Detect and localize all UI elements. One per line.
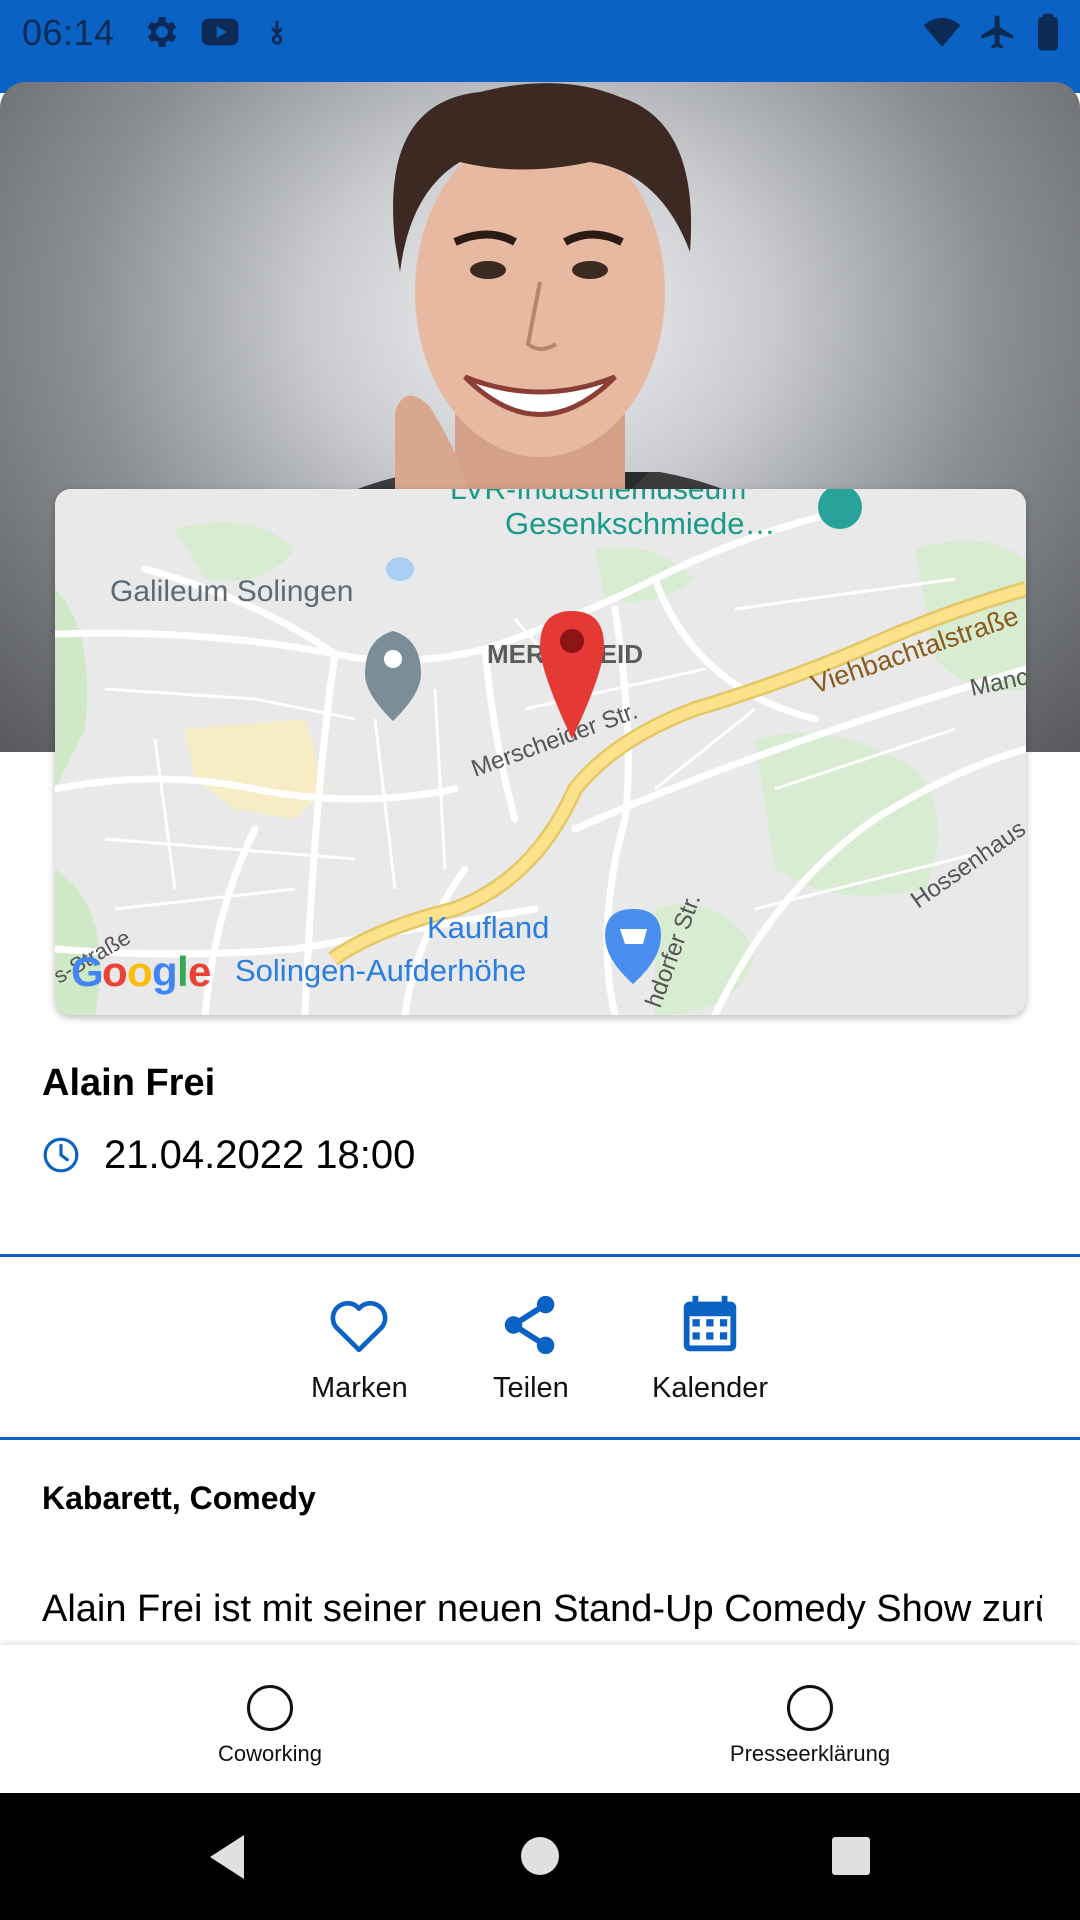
download-icon	[270, 20, 284, 45]
calendar-button[interactable]: Kalender	[652, 1290, 768, 1405]
svg-text:o: o	[127, 948, 153, 995]
event-categories: Kabarett, Comedy	[42, 1480, 316, 1516]
svg-text:G: G	[71, 948, 104, 995]
recents-button-icon[interactable]	[830, 1835, 872, 1877]
system-navigation-bar	[0, 1793, 1080, 1920]
event-description: Alain Frei ist mit seiner neuen Stand-Up…	[42, 1588, 1042, 1630]
clock-icon	[43, 1137, 79, 1173]
calendar-label: Kalender	[652, 1372, 769, 1404]
presseerklaerung-tab-icon	[787, 1685, 833, 1731]
svg-text:e: e	[188, 948, 211, 995]
map-label-kaufland: Kaufland	[427, 910, 549, 945]
share-button[interactable]: Teilen	[493, 1290, 569, 1405]
tab-presseerklaerung[interactable]: Presseerklärung	[680, 1685, 940, 1767]
tab-coworking[interactable]: Coworking	[140, 1685, 400, 1767]
action-bar: Marken Teilen Kalender	[0, 1258, 1080, 1438]
status-bar: 06:14	[0, 0, 1080, 63]
share-icon	[504, 1295, 555, 1355]
event-title: Alain Frei	[42, 1062, 216, 1104]
tab-presseerklaerung-label: Presseerklärung	[729, 1741, 891, 1766]
back-button-icon[interactable]	[204, 1831, 252, 1883]
wifi-icon	[923, 18, 961, 47]
event-date-row: 21.04.2022 18:00	[42, 1130, 415, 1180]
event-datetime: 21.04.2022 18:00	[104, 1132, 416, 1177]
svg-text:l: l	[177, 948, 189, 995]
coworking-tab-icon	[247, 1685, 293, 1731]
map-label-galileum: Galileum Solingen	[110, 575, 353, 608]
svg-text:o: o	[102, 948, 128, 995]
map-label-museum-top: LVR-Industriemuseum	[450, 489, 746, 506]
svg-text:g: g	[152, 948, 178, 995]
map-label-aufderhoehe: Solingen-Aufderhöhe	[235, 953, 526, 988]
status-time: 06:14	[22, 12, 115, 53]
share-label: Teilen	[493, 1372, 569, 1404]
home-button-icon[interactable]	[519, 1835, 561, 1877]
bookmark-button[interactable]: Marken	[311, 1290, 408, 1405]
battery-icon	[1038, 13, 1058, 51]
divider-bottom	[0, 1437, 1080, 1440]
map-label-museum: Gesenkschmiede…	[505, 506, 776, 541]
calendar-icon	[683, 1295, 737, 1352]
location-map[interactable]: LVR-Industriemuseum Gesenkschmiede… Gali…	[55, 489, 1026, 1015]
settings-icon	[147, 17, 177, 47]
divider-top	[0, 1254, 1080, 1257]
airplane-icon	[981, 15, 1013, 49]
bottom-tab-bar: Coworking Presseerklärung	[0, 1645, 1080, 1793]
heart-icon	[330, 1300, 388, 1353]
tab-coworking-label: Coworking	[218, 1741, 322, 1766]
bookmark-label: Marken	[311, 1372, 408, 1404]
youtube-icon	[201, 18, 239, 46]
google-logo: G o o g l e	[71, 948, 211, 995]
